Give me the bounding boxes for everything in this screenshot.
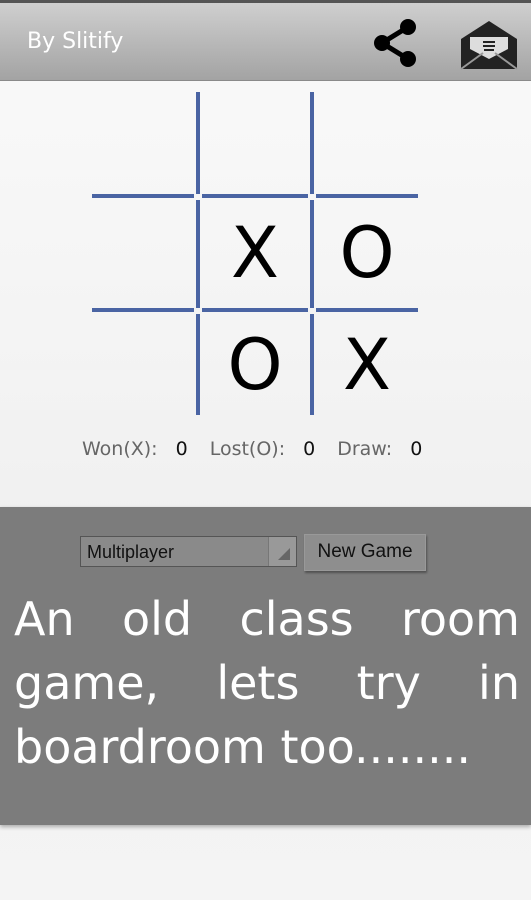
game-mode-select[interactable]: Multiplayer <box>80 536 297 567</box>
lost-label: Lost(O): <box>209 438 286 460</box>
won-label: Won(X): <box>82 438 158 460</box>
board-cell[interactable]: O <box>314 200 420 306</box>
score-stats: Won(X): 0 Lost(O): 0 Draw: 0 <box>82 438 444 460</box>
board-cell[interactable]: X <box>314 312 420 418</box>
board-cell[interactable]: X <box>202 200 308 306</box>
share-icon[interactable] <box>370 17 422 69</box>
tic-tac-toe-board: X O O X <box>92 92 418 415</box>
new-game-button[interactable]: New Game <box>304 534 426 571</box>
draw-count: 0 <box>410 438 423 460</box>
app-title: By Slitify <box>27 29 124 54</box>
won-count: 0 <box>175 438 188 460</box>
draw-label: Draw: <box>337 438 393 460</box>
board-cell[interactable] <box>92 200 198 306</box>
dropdown-arrow-icon <box>268 537 296 566</box>
board-cell[interactable]: O <box>202 312 308 418</box>
game-mode-value: Multiplayer <box>87 542 175 562</box>
promo-message: An old class room game, lets try in boar… <box>14 592 520 774</box>
board-cell[interactable] <box>202 92 308 198</box>
board-cell[interactable] <box>314 92 420 198</box>
promo-panel: Multiplayer New Game An old class room g… <box>0 507 531 825</box>
envelope-open-icon[interactable] <box>458 19 520 71</box>
board-cell[interactable] <box>92 312 198 418</box>
app-header: By Slitify <box>0 0 531 81</box>
lost-count: 0 <box>303 438 316 460</box>
board-cell[interactable] <box>92 92 198 198</box>
